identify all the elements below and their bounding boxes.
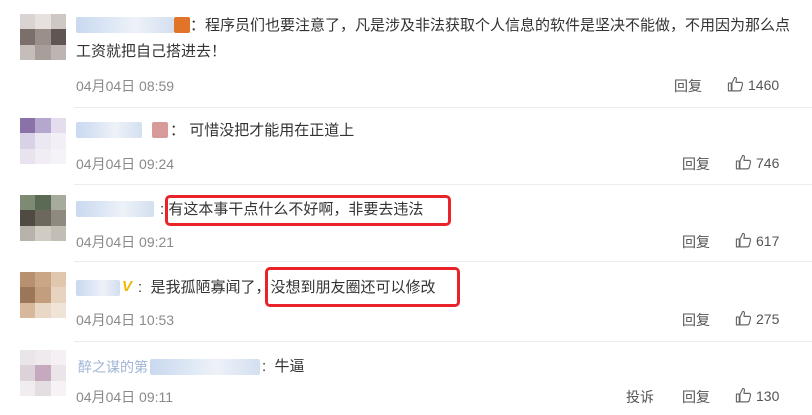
comment-item-5: 醉之谋的第 : 牛逼 04月04日 09:11 投诉 回复 130	[0, 342, 812, 415]
thumbs-up-icon	[735, 154, 752, 170]
avatar[interactable]	[20, 272, 66, 318]
comment-time: 04月04日 09:24	[76, 156, 175, 172]
avatar[interactable]	[20, 195, 66, 241]
username-blurred[interactable]	[150, 359, 260, 375]
user-badge-icon: V	[122, 278, 133, 295]
comment-text-continued: 工资就把自己搭进去！	[76, 43, 227, 60]
username-blurred[interactable]	[76, 17, 174, 33]
comment-text: ： 可惜没把才能用在正道上	[170, 122, 355, 139]
comment-time: 04月04日 09:21	[76, 234, 175, 250]
like-button[interactable]: 617	[735, 232, 779, 249]
thumbs-up-icon	[735, 387, 752, 403]
like-count: 275	[756, 310, 780, 327]
thumbs-up-icon	[735, 310, 752, 326]
reply-button[interactable]: 回复	[682, 232, 710, 252]
like-button[interactable]: 1460	[727, 76, 779, 93]
comment-time: 04月04日 08:59	[76, 78, 175, 94]
comment-item-2: ： 可惜没把才能用在正道上 04月04日 09:24 回复 746	[0, 108, 812, 185]
username-blurred[interactable]	[76, 201, 154, 217]
reply-button[interactable]: 回复	[682, 154, 710, 174]
comment-text: ：程序员们也要注意了，凡是涉及非法获取个人信息的软件是坚决不能做，不用因为那么点	[190, 17, 791, 34]
reply-button[interactable]: 回复	[682, 310, 710, 330]
thumbs-up-icon	[735, 232, 752, 248]
highlight-box	[165, 195, 451, 226]
like-count: 130	[756, 387, 780, 404]
user-badge-icon	[152, 122, 168, 138]
user-badge-icon	[174, 17, 190, 33]
highlight-box	[265, 267, 460, 307]
comment-item-1: ：程序员们也要注意了，凡是涉及非法获取个人信息的软件是坚决不能做，不用因为那么点…	[0, 0, 812, 110]
avatar[interactable]	[20, 14, 66, 60]
like-count: 1460	[748, 76, 780, 93]
username-blurred[interactable]	[76, 122, 142, 138]
username-blurred[interactable]	[76, 280, 120, 296]
like-count: 617	[756, 232, 780, 249]
reply-button[interactable]: 回复	[674, 76, 702, 96]
comment-item-3: : 有这本事干点什么不好啊，非要去违法 04月04日 09:21 回复 617	[0, 185, 812, 262]
report-button[interactable]: 投诉	[626, 387, 654, 407]
like-count: 746	[756, 154, 780, 171]
thumbs-up-icon	[727, 76, 744, 92]
like-button[interactable]: 275	[735, 310, 779, 327]
like-button[interactable]: 746	[735, 154, 779, 171]
avatar[interactable]	[20, 350, 66, 396]
reply-button[interactable]: 回复	[682, 387, 710, 407]
comment-time: 04月04日 09:11	[76, 389, 174, 405]
comment-time: 04月04日 10:53	[76, 312, 175, 328]
comment-item-4: V : 是我孤陋寡闻了，没想到朋友圈还可以修改 04月04日 10:53 回复 …	[0, 262, 812, 342]
like-button[interactable]: 130	[735, 387, 779, 404]
avatar[interactable]	[20, 118, 66, 164]
comment-text: : 牛逼	[262, 358, 305, 375]
username[interactable]: 醉之谋的第	[78, 354, 148, 380]
